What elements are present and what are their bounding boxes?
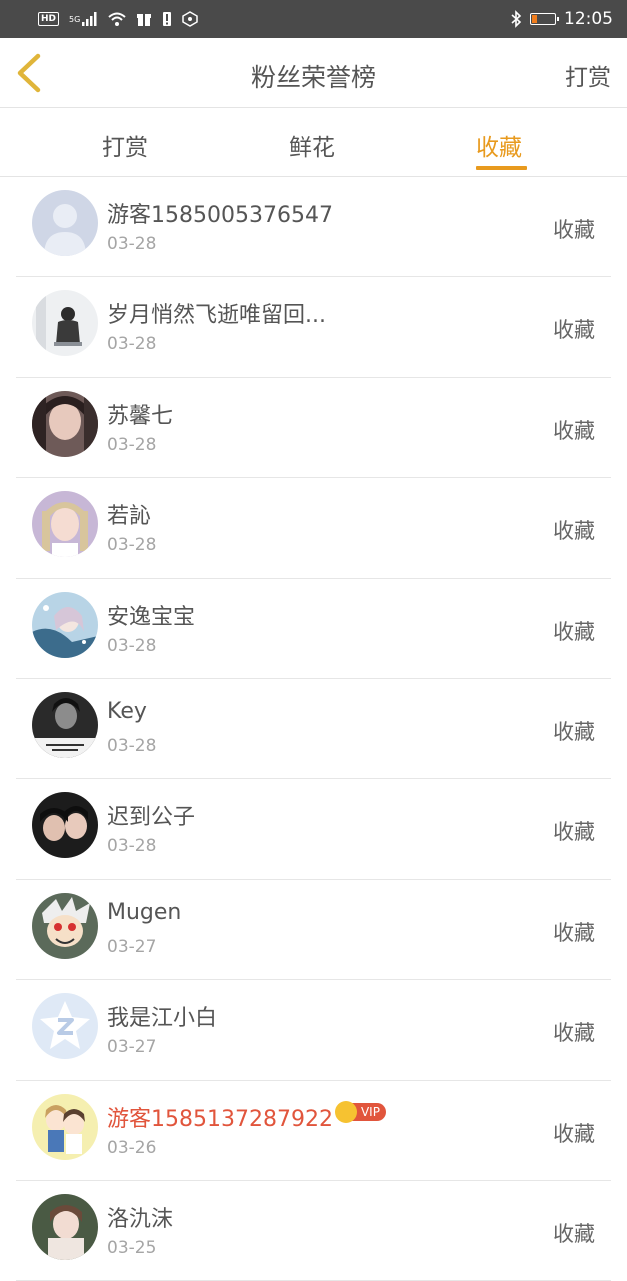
- status-bar: HD 5G 12:05: [0, 0, 627, 38]
- favorite-label: 收藏: [553, 920, 595, 945]
- fan-date: 03-28: [107, 535, 157, 556]
- tab-flowers[interactable]: 鲜花: [289, 128, 335, 162]
- anime-avatar-icon: [32, 892, 98, 959]
- fan-date: 03-28: [107, 735, 157, 756]
- fan-name: 安逸宝宝: [107, 604, 196, 630]
- photo-avatar-icon: [32, 792, 98, 859]
- page-title: 粉丝荣誉榜: [250, 63, 376, 92]
- avatar[interactable]: [32, 892, 98, 959]
- photo-avatar-icon: [32, 1193, 98, 1260]
- hd-badge: HD: [38, 12, 60, 26]
- fan-name-text: 游客1585137287922: [107, 1106, 333, 1132]
- fan-date: 03-27: [107, 1037, 157, 1058]
- fan-name-vip: 游客1585137287922 VIP: [107, 1100, 386, 1133]
- avatar[interactable]: [32, 1193, 98, 1260]
- alert-icon: [163, 12, 172, 26]
- crown-icon: [334, 1100, 357, 1123]
- fan-date: 03-28: [107, 635, 157, 656]
- fan-name: 苏馨七: [107, 403, 174, 429]
- fan-name: Key: [107, 698, 147, 724]
- anime-avatar-icon: [32, 591, 98, 658]
- favorite-label: 收藏: [553, 719, 595, 744]
- favorite-label: 收藏: [553, 1021, 595, 1046]
- fan-date: 03-28: [107, 434, 157, 455]
- vip-badge: VIP: [334, 1100, 386, 1123]
- wifi-icon: [108, 12, 126, 26]
- status-icons-right: 12:05: [510, 9, 613, 29]
- avatar[interactable]: [32, 390, 98, 457]
- gift-notification-icon: [137, 14, 152, 26]
- cartoon-avatar-icon: [32, 1093, 98, 1160]
- list-item[interactable]: Mugen 03-27 收藏: [16, 880, 611, 981]
- fan-name: 迟到公子: [107, 805, 196, 831]
- avatar[interactable]: [32, 792, 98, 859]
- fan-date: 03-28: [107, 234, 157, 254]
- favorite-label: 收藏: [553, 218, 595, 242]
- signal-icon: [82, 12, 97, 26]
- list-item[interactable]: 游客1585137287922 VIP 03-26 收藏: [16, 1081, 611, 1181]
- fan-name: Mugen: [107, 899, 182, 925]
- list-item[interactable]: 洛氿沫 03-25 收藏: [16, 1181, 611, 1281]
- active-tab-indicator: [476, 166, 527, 170]
- list-item[interactable]: 若訫 03-28 收藏: [16, 478, 611, 579]
- fan-date: 03-26: [107, 1137, 157, 1158]
- fan-list: 游客1585005376547 03-28 收藏 岁月悄然飞逝唯留回... 03…: [16, 177, 611, 1281]
- list-item[interactable]: Key 03-28 收藏: [16, 679, 611, 780]
- qq-default-avatar-icon: [32, 993, 98, 1060]
- network-type: 5G: [69, 14, 81, 24]
- fan-name: 若訫: [107, 504, 152, 530]
- fan-date: 03-28: [107, 334, 157, 355]
- favorite-label: 收藏: [553, 820, 595, 845]
- avatar[interactable]: [32, 993, 98, 1060]
- status-icons-left: HD 5G: [38, 11, 199, 27]
- fan-name: 我是江小白: [107, 1006, 218, 1032]
- tab-bar: 打赏 鲜花 收藏: [0, 108, 627, 177]
- list-item[interactable]: 游客1585005376547 03-28 收藏: [16, 177, 611, 278]
- photo-avatar-icon: [32, 491, 98, 558]
- hexagon-icon: [182, 11, 199, 27]
- tab-favorites[interactable]: 收藏: [476, 128, 522, 162]
- nav-header: 粉丝荣誉榜 打赏: [0, 38, 627, 108]
- favorite-label: 收藏: [553, 619, 595, 644]
- avatar[interactable]: [32, 491, 98, 558]
- fan-date: 03-25: [107, 1237, 157, 1258]
- list-item[interactable]: 苏馨七 03-28 收藏: [16, 378, 611, 479]
- favorite-label: 收藏: [553, 519, 595, 544]
- favorite-label: 收藏: [553, 318, 595, 343]
- list-item[interactable]: 我是江小白 03-27 收藏: [16, 980, 611, 1081]
- favorite-label: 收藏: [553, 1121, 595, 1146]
- avatar[interactable]: [32, 1093, 98, 1160]
- avatar[interactable]: [32, 691, 98, 758]
- battery-level: [532, 15, 537, 23]
- favorite-label: 收藏: [553, 418, 595, 443]
- tab-reward[interactable]: 打赏: [102, 128, 148, 162]
- favorite-label: 收藏: [553, 1221, 595, 1246]
- avatar[interactable]: [32, 591, 98, 658]
- fan-name: 洛氿沫: [107, 1206, 174, 1232]
- clock: 12:05: [564, 9, 613, 29]
- battery-icon: [530, 13, 559, 25]
- fan-date: 03-28: [107, 836, 157, 857]
- bluetooth-icon: [511, 10, 522, 28]
- reward-button[interactable]: 打赏: [565, 58, 611, 92]
- avatar[interactable]: [32, 290, 98, 357]
- photo-avatar-icon: [32, 390, 98, 457]
- fan-date: 03-27: [107, 936, 157, 957]
- fan-name: 游客1585005376547: [107, 203, 333, 228]
- avatar[interactable]: [32, 190, 98, 256]
- list-item[interactable]: 安逸宝宝 03-28 收藏: [16, 579, 611, 679]
- list-item[interactable]: 迟到公子 03-28 收藏: [16, 779, 611, 880]
- fan-name: 岁月悄然飞逝唯留回...: [107, 303, 326, 329]
- list-item[interactable]: 岁月悄然飞逝唯留回... 03-28 收藏: [16, 277, 611, 378]
- photo-avatar-icon: [32, 290, 98, 357]
- default-user-avatar-icon: [32, 190, 98, 256]
- photo-avatar-icon: [32, 691, 98, 758]
